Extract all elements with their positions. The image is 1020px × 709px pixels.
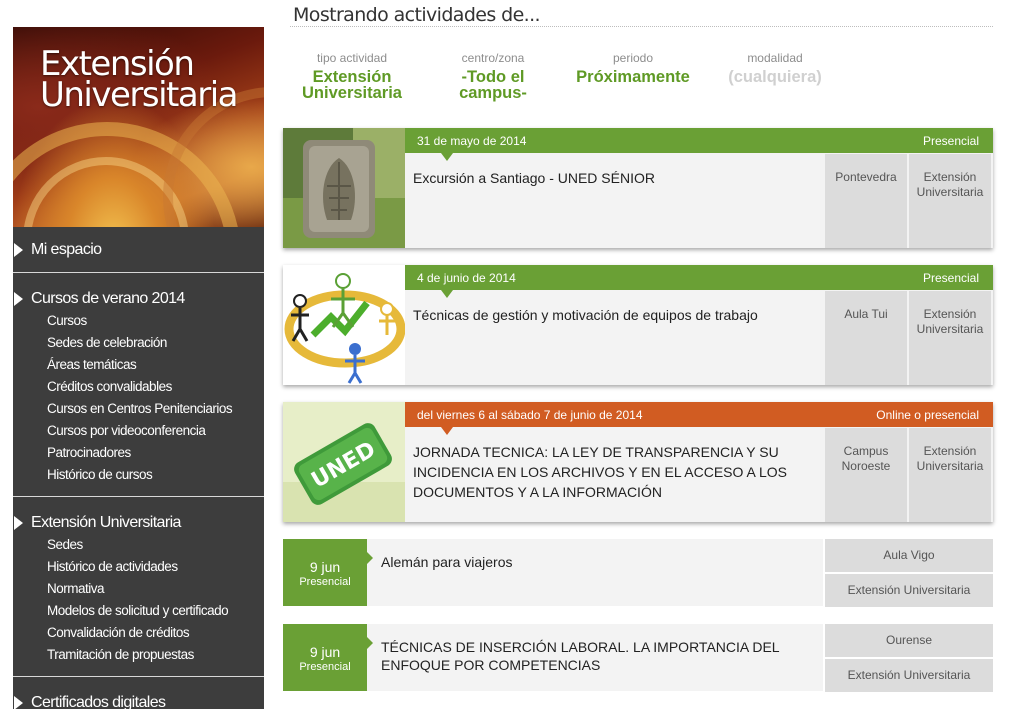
header-divider — [290, 26, 993, 27]
nav-mi-espacio[interactable]: Mi espacio — [13, 227, 264, 261]
banner-title: Extensión Universitaria — [40, 44, 238, 115]
arrow-right-icon — [14, 243, 23, 257]
nav-extension-universitaria[interactable]: Extensión Universitaria — [13, 497, 264, 534]
activity-thumbnail — [283, 128, 405, 248]
banner-image: Extensión Universitaria — [13, 27, 264, 227]
nav-link-tramitacion[interactable]: Tramitación de propuestas — [13, 644, 264, 666]
nav-section-extension: Extensión Universitaria Sedes Histórico … — [13, 497, 264, 677]
activity-thumbnail — [283, 265, 405, 385]
activity-title[interactable]: TÉCNICAS DE INSERCIÓN LABORAL. LA IMPORT… — [381, 638, 801, 674]
nav-section-cursos-verano: Cursos de verano 2014 Cursos Sedes de ce… — [13, 273, 264, 497]
activity-list-item[interactable]: 9 jun Presencial Alemán para viajeros Au… — [283, 539, 993, 607]
activity-list-item[interactable]: 9 jun Presencial TÉCNICAS DE INSERCIÓN L… — [283, 624, 993, 692]
nav-link-sedes-celebracion[interactable]: Sedes de celebración — [13, 332, 264, 354]
activity-type: Extensión Universitaria — [909, 291, 991, 385]
filter-periodo[interactable]: periodo Próximamente — [563, 51, 703, 85]
activity-location: Pontevedra — [825, 154, 907, 248]
nav-link-modelos-solicitud[interactable]: Modelos de solicitud y certificado — [13, 600, 264, 622]
arrow-right-icon — [14, 292, 23, 306]
activity-card[interactable]: 31 de mayo de 2014 Presencial Excursión … — [283, 128, 993, 248]
nav-link-centros-penitenciarios[interactable]: Cursos en Centros Penitenciarios — [13, 398, 264, 420]
activity-date-bar: 4 de junio de 2014 Presencial — [405, 265, 993, 298]
filter-tipo-actividad[interactable]: tipo actividad Extensión Universitaria — [282, 51, 422, 101]
nav-link-patrocinadores[interactable]: Patrocinadores — [13, 442, 264, 464]
activity-type: Extensión Universitaria — [909, 428, 991, 522]
activity-card[interactable]: 4 de junio de 2014 Presencial Técnicas d… — [283, 265, 993, 385]
activity-title[interactable]: Excursión a Santiago - UNED SÉNIOR — [413, 168, 813, 188]
activity-location: Campus Noroeste — [825, 428, 907, 522]
activity-title[interactable]: JORNADA TECNICA: LA LEY DE TRANSPARENCIA… — [413, 442, 823, 502]
nav-link-normativa[interactable]: Normativa — [13, 578, 264, 600]
nav-link-areas-tematicas[interactable]: Áreas temáticas — [13, 354, 264, 376]
arrow-right-icon — [14, 516, 23, 530]
nav-link-sedes[interactable]: Sedes — [13, 534, 264, 556]
activity-thumbnail: UNED — [283, 402, 405, 522]
sidebar: Extensión Universitaria Mi espacio Curso… — [13, 27, 264, 709]
activity-title[interactable]: Alemán para viajeros — [381, 553, 801, 571]
activity-date-bar: 31 de mayo de 2014 Presencial — [405, 128, 993, 161]
activity-card[interactable]: UNED del viernes 6 al sábado 7 de junio … — [283, 402, 993, 522]
arrow-right-icon — [14, 696, 23, 709]
activity-type: Extensión Universitaria — [825, 659, 993, 692]
activity-location: Aula Vigo — [825, 539, 993, 572]
activity-type: Extensión Universitaria — [825, 574, 993, 607]
page-title: Mostrando actividades de... — [293, 4, 541, 26]
nav-section-certificados: Certificados digitales — [13, 677, 264, 709]
activity-location: Ourense — [825, 624, 993, 657]
filter-centro-zona[interactable]: centro/zona -Todo el campus- — [423, 51, 563, 101]
activity-type: Extensión Universitaria — [909, 154, 991, 248]
activity-title[interactable]: Técnicas de gestión y motivación de equi… — [413, 305, 813, 325]
nav-link-videoconferencia[interactable]: Cursos por videoconferencia — [13, 420, 264, 442]
filter-modalidad[interactable]: modalidad (cualquiera) — [705, 51, 845, 85]
date-badge: 9 jun Presencial — [283, 539, 367, 606]
activity-date-bar: del viernes 6 al sábado 7 de junio de 20… — [405, 402, 993, 435]
date-badge: 9 jun Presencial — [283, 624, 367, 691]
nav-certificados-digitales[interactable]: Certificados digitales — [13, 677, 264, 709]
nav-cursos-verano[interactable]: Cursos de verano 2014 — [13, 273, 264, 310]
activity-location: Aula Tui — [825, 291, 907, 385]
nav-link-historico-cursos[interactable]: Histórico de cursos — [13, 464, 264, 486]
nav-link-convalidacion[interactable]: Convalidación de créditos — [13, 622, 264, 644]
nav-link-cursos[interactable]: Cursos — [13, 310, 264, 332]
nav-section-mi-espacio: Mi espacio — [13, 227, 264, 273]
nav-link-historico-actividades[interactable]: Histórico de actividades — [13, 556, 264, 578]
nav-link-creditos-convalidables[interactable]: Créditos convalidables — [13, 376, 264, 398]
